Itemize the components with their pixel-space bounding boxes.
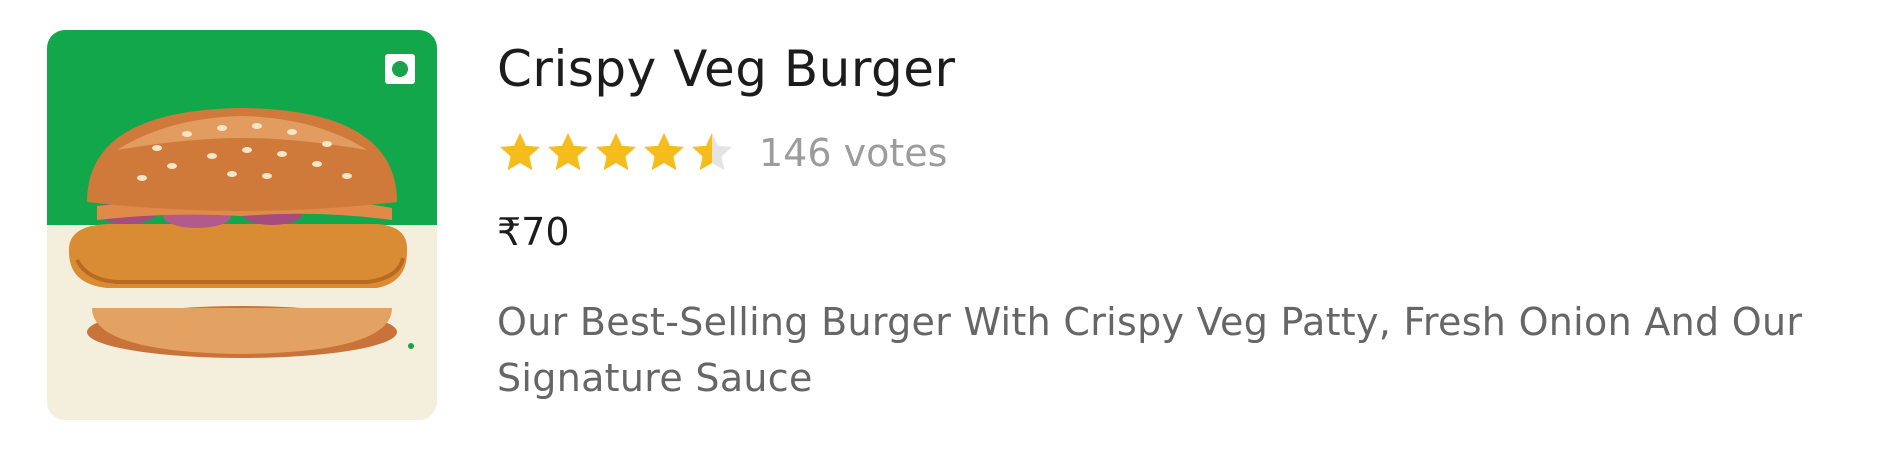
star-icon bbox=[548, 132, 588, 171]
veg-indicator-icon bbox=[382, 51, 418, 87]
star-icon bbox=[596, 132, 636, 171]
star-icon bbox=[692, 132, 732, 171]
rating-row: 146 votes bbox=[497, 128, 947, 178]
item-price: ₹70 bbox=[497, 210, 570, 254]
item-title: Crispy Veg Burger bbox=[497, 40, 956, 98]
star-icon bbox=[644, 132, 684, 171]
menu-item-card[interactable]: Crispy Veg Burger 146 votes ₹70 Our Best… bbox=[0, 0, 1885, 454]
burger-illustration bbox=[68, 108, 414, 358]
item-description: Our Best-Selling Burger With Crispy Veg … bbox=[497, 300, 1803, 400]
star-icon bbox=[500, 132, 540, 171]
votes-count: 146 votes bbox=[759, 131, 948, 175]
burger-image[interactable] bbox=[47, 30, 437, 420]
star-rating bbox=[497, 130, 737, 176]
